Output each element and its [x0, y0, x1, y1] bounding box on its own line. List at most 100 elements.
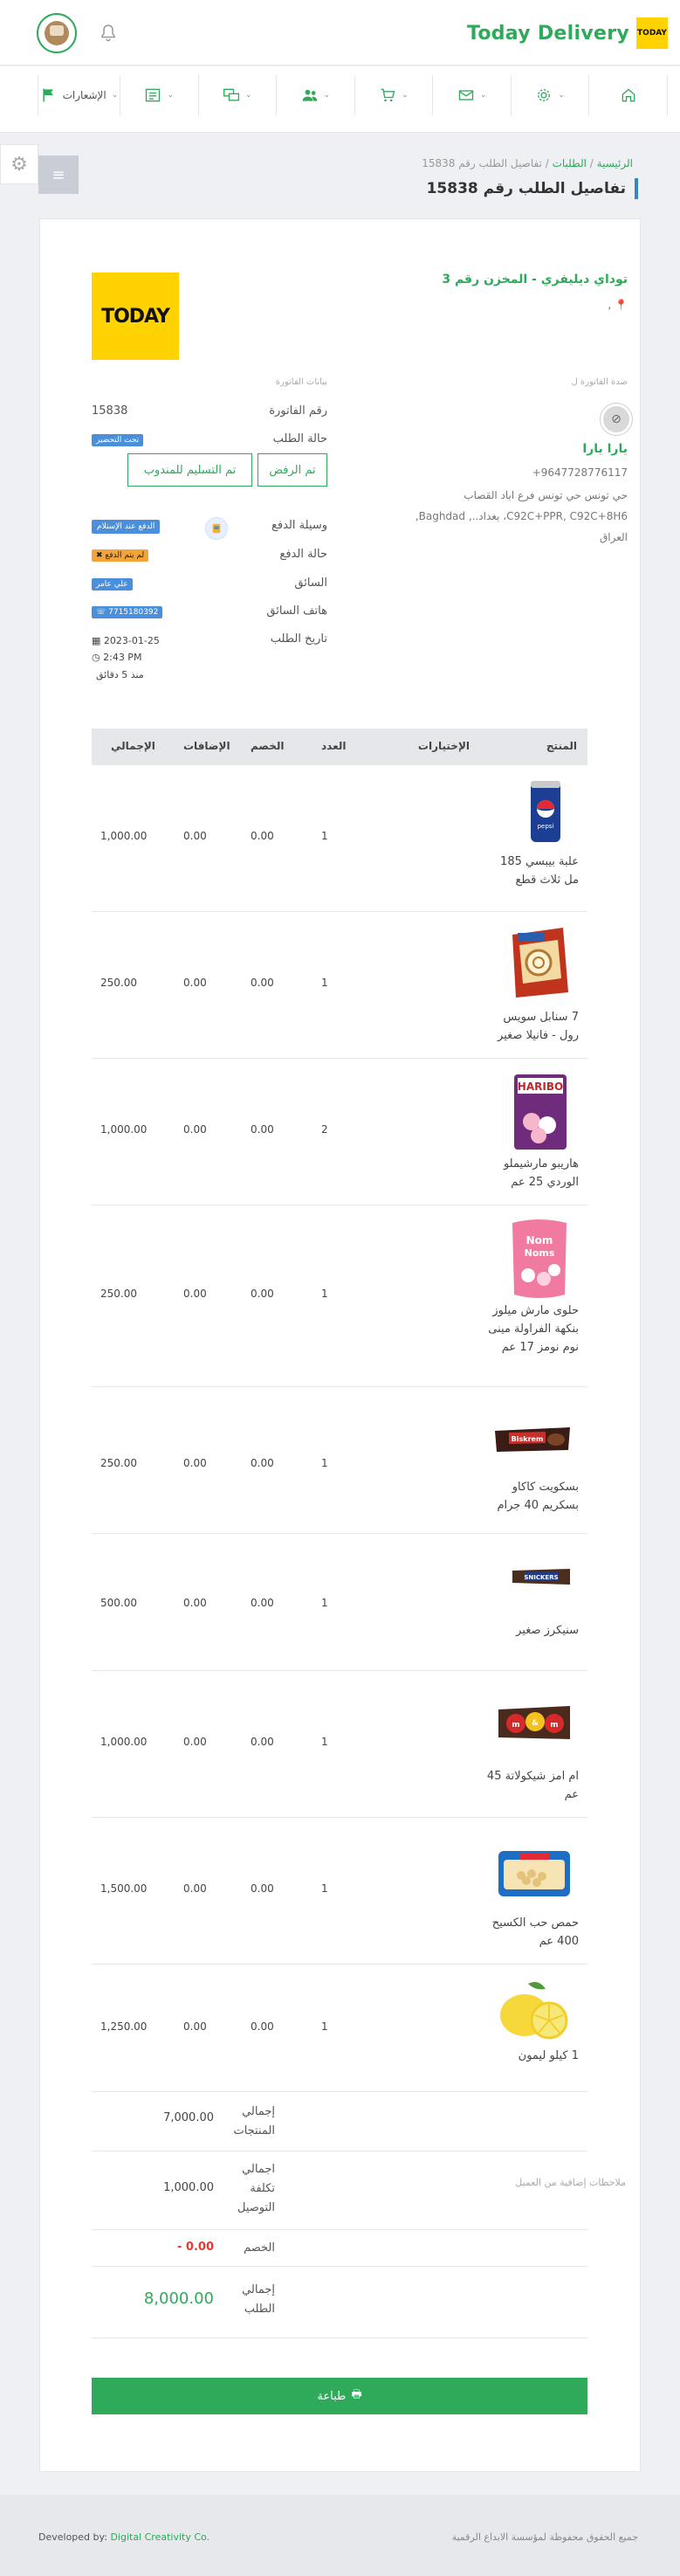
payment-method-label: وسيلة الدفع [271, 519, 327, 532]
product-name: ام امز شيكولاتة 45 عم [486, 1770, 579, 1801]
footer-developer-link[interactable]: Digital Creativity Co. [110, 2531, 209, 2543]
cell-qty: 1 [321, 1882, 328, 1895]
user-avatar[interactable] [37, 13, 77, 53]
flag-icon [43, 88, 53, 102]
product-image-biscuit: Biskrem [493, 1424, 572, 1459]
bell-icon[interactable] [98, 23, 119, 44]
table-row: Biskrem بسكويت كاكاو بسكريم 40 جرام 1 0.… [92, 1387, 587, 1534]
breadcrumb-orders[interactable]: الطلبات [553, 157, 587, 169]
settings-panel-toggle[interactable]: ⚙ [0, 144, 38, 184]
product-name: حلوى مارش ميلوز بنكهة الفراولة مينى نوم … [488, 1304, 579, 1354]
cell-total: 250.00 [100, 1288, 137, 1300]
cell-total: 1,000.00 [100, 1736, 148, 1748]
nav-chat[interactable]: ⌄ [197, 75, 278, 115]
cell-extras: 0.00 [183, 1123, 207, 1136]
chevron-down-icon: ⌄ [323, 91, 331, 100]
product-name: بسكويت كاكاو بسكريم 40 جرام [497, 1481, 579, 1512]
driver-row: السائق علي عامر [92, 577, 327, 603]
product-image-mms: m & m [497, 1704, 572, 1746]
chevron-down-icon: ⌄ [558, 91, 565, 100]
table-row: حمص حب الكسيح 400 عم 1 0.00 0.00 1,500.0… [92, 1818, 587, 1965]
cell-extras: 0.00 [183, 1457, 207, 1469]
product-image-lemon [493, 1980, 572, 2047]
chevron-down-icon: ⌄ [479, 91, 487, 100]
map-marker-icon: 📍 [615, 299, 628, 311]
cell-total: 250.00 [100, 977, 137, 989]
cell-total: 1,000.00 [100, 830, 148, 842]
product-image-swissroll [507, 926, 572, 1003]
users-icon [302, 89, 317, 101]
summary-order-total: إجمالي الطلب 8,000.00 [92, 2267, 587, 2338]
brand-logo: TODAY [636, 17, 668, 49]
cart-icon [381, 88, 395, 102]
cell-discount: 0.00 [251, 1123, 274, 1136]
nav-cart[interactable]: ⌄ [354, 75, 434, 115]
avatar-image [45, 21, 69, 45]
chat-icon [223, 88, 240, 101]
order-status-badge: تحت التحضير [92, 434, 144, 446]
table-row: 1 كيلو ليمون 1 0.00 0.00 1,250.00 [92, 1965, 587, 2092]
svg-text:pepsi: pepsi [538, 823, 554, 830]
nav-settings[interactable]: ⌄ [510, 75, 590, 115]
cell-qty: 1 [321, 977, 328, 989]
product-image-pepsi: pepsi [528, 777, 563, 849]
brand[interactable]: Today Delivery TODAY [467, 17, 668, 49]
svg-text:SNICKERS: SNICKERS [524, 1574, 558, 1581]
delivery-cost-label: اجمالي تكلفة التوصيل [237, 2163, 275, 2214]
col-product: المنتج [546, 740, 577, 752]
delivered-to-driver-button[interactable]: تم التسليم للمندوب [127, 453, 252, 487]
order-time: ◷ 2:43 PM [92, 652, 141, 663]
chevron-down-icon: ⌄ [167, 91, 175, 100]
reject-button[interactable]: تم الرفض [258, 453, 327, 487]
driver-badge: علي عامر [92, 578, 133, 590]
product-name: سنيكرز صغير [516, 1624, 579, 1637]
svg-text:Biskrem: Biskrem [512, 1435, 544, 1443]
invoice-number-row: رقم الفاتورة 15838 [92, 404, 327, 431]
product-image-snickers: SNICKERS [511, 1567, 572, 1590]
driver-label: السائق [294, 577, 327, 590]
cell-extras: 0.00 [183, 1736, 207, 1748]
nav-notifications[interactable]: الإشعارات ⌄ [37, 75, 120, 115]
svg-text:HARIBO: HARIBO [518, 1081, 563, 1093]
sidebar-toggle-button[interactable]: ≡ [38, 155, 79, 194]
chevron-down-icon: ⌄ [402, 91, 409, 100]
cell-qty: 1 [321, 1457, 328, 1469]
nav-users[interactable]: ⌄ [276, 75, 355, 115]
cell-extras: 0.00 [183, 1597, 207, 1609]
cell-discount: 0.00 [251, 1736, 274, 1748]
product-name: هاريبو مارشيملو الوردي 25 عم [503, 1157, 579, 1189]
products-total-label: إجمالي المنتجات [233, 2105, 275, 2137]
driver-phone-badge[interactable]: ☏ 7715180392 [92, 606, 163, 618]
breadcrumb-separator: / [586, 157, 594, 169]
product-name: 7 سنابل سويس رول - فانيلا صغير [498, 1011, 579, 1042]
invoice-to-label: صدة الفاتورة ل [571, 377, 628, 387]
store-location-text: , [608, 299, 612, 311]
order-date-value: 2023-01-25 [103, 635, 160, 646]
cell-extras: 0.00 [183, 1882, 207, 1895]
breadcrumb-separator: / [541, 157, 549, 169]
cell-discount: 0.00 [251, 1288, 274, 1300]
nav-mail[interactable]: ⌄ [432, 75, 512, 115]
store-location: 📍 , [608, 299, 628, 311]
top-header: Today Delivery TODAY [0, 0, 680, 66]
cell-qty: 2 [321, 1123, 328, 1136]
cell-discount: 0.00 [251, 977, 274, 989]
customer-avatar-icon: ⊘ [601, 404, 632, 435]
gear-icon: ⚙ [10, 153, 28, 176]
invoice-data-label: بيانات الفاتورة [275, 377, 327, 387]
table-row: 7 سنابل سويس رول - فانيلا صغير 1 0.00 0.… [92, 912, 587, 1059]
summary-delivery: اجمالي تكلفة التوصيل 1,000.00 [92, 2151, 587, 2230]
nav-home[interactable] [588, 75, 668, 115]
footer-developed-prefix: Developed by: [38, 2531, 111, 2543]
nav-list[interactable]: ⌄ [119, 75, 199, 115]
product-image-haribo: HARIBO [509, 1073, 572, 1155]
nav-notifications-label: الإشعارات [62, 89, 106, 101]
driver-phone-label: هاتف السائق [266, 604, 327, 618]
breadcrumb-home[interactable]: الرئيسية [597, 157, 633, 169]
chevron-down-icon: ⌄ [245, 91, 252, 100]
clock-icon: ◷ [92, 652, 100, 663]
chevron-down-icon: ⌄ [111, 91, 119, 100]
main-nav: ⌄ ⌄ ⌄ ⌄ ⌄ ⌄ الإشعارات ⌄ [0, 66, 680, 133]
cell-discount: 0.00 [251, 1882, 274, 1895]
print-button[interactable]: 🖶 طباعة [92, 2378, 587, 2414]
